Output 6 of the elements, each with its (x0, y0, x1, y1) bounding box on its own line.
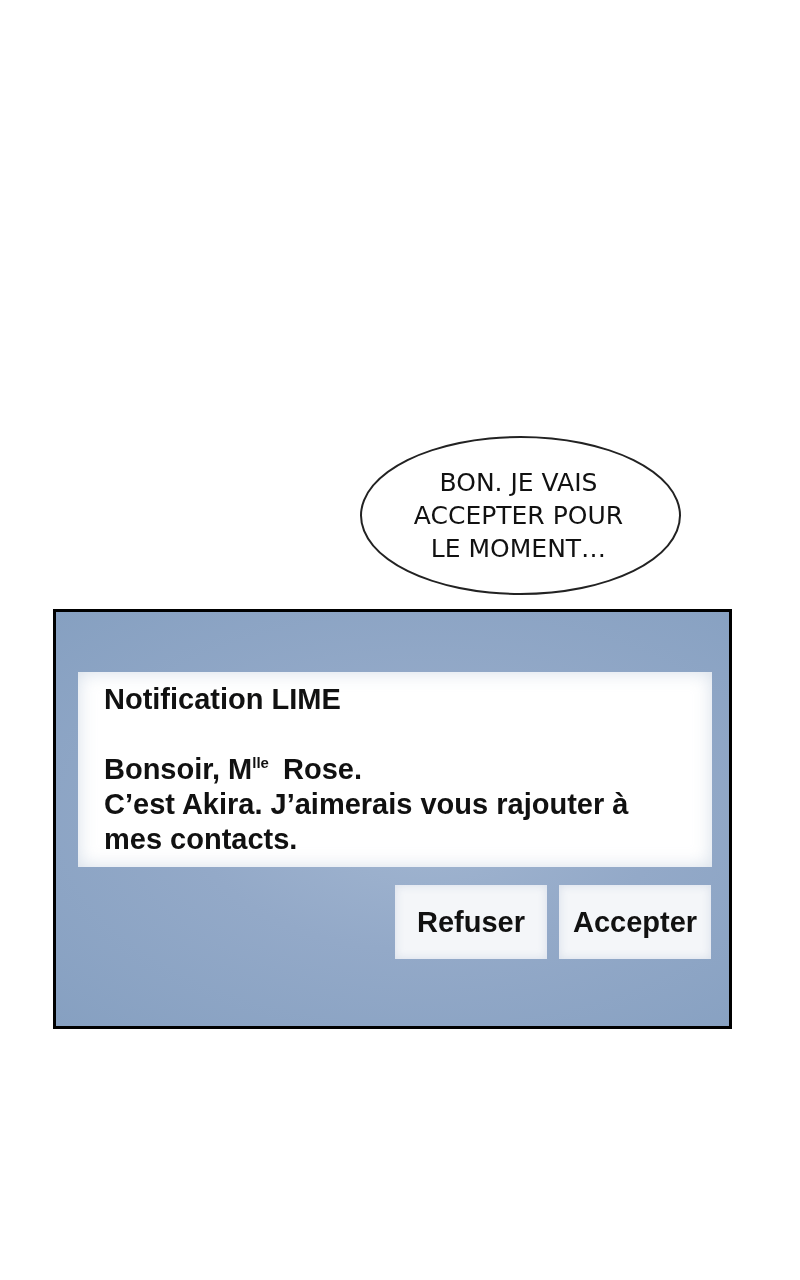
notification-title: Notification LIME (104, 682, 342, 717)
speech-text: BON. JE VAIS ACCEPTER POUR LE MOMENT… (412, 467, 625, 565)
dialog-button[interactable]: Accepter (559, 885, 711, 959)
dialog-button[interactable]: Refuser (395, 885, 547, 959)
message-text: C’est Akira. J’aimerais vous rajouter à mes contacts. (104, 787, 630, 857)
message-text: Bonsoir, M$^{lle}$ Rose. (104, 752, 363, 787)
